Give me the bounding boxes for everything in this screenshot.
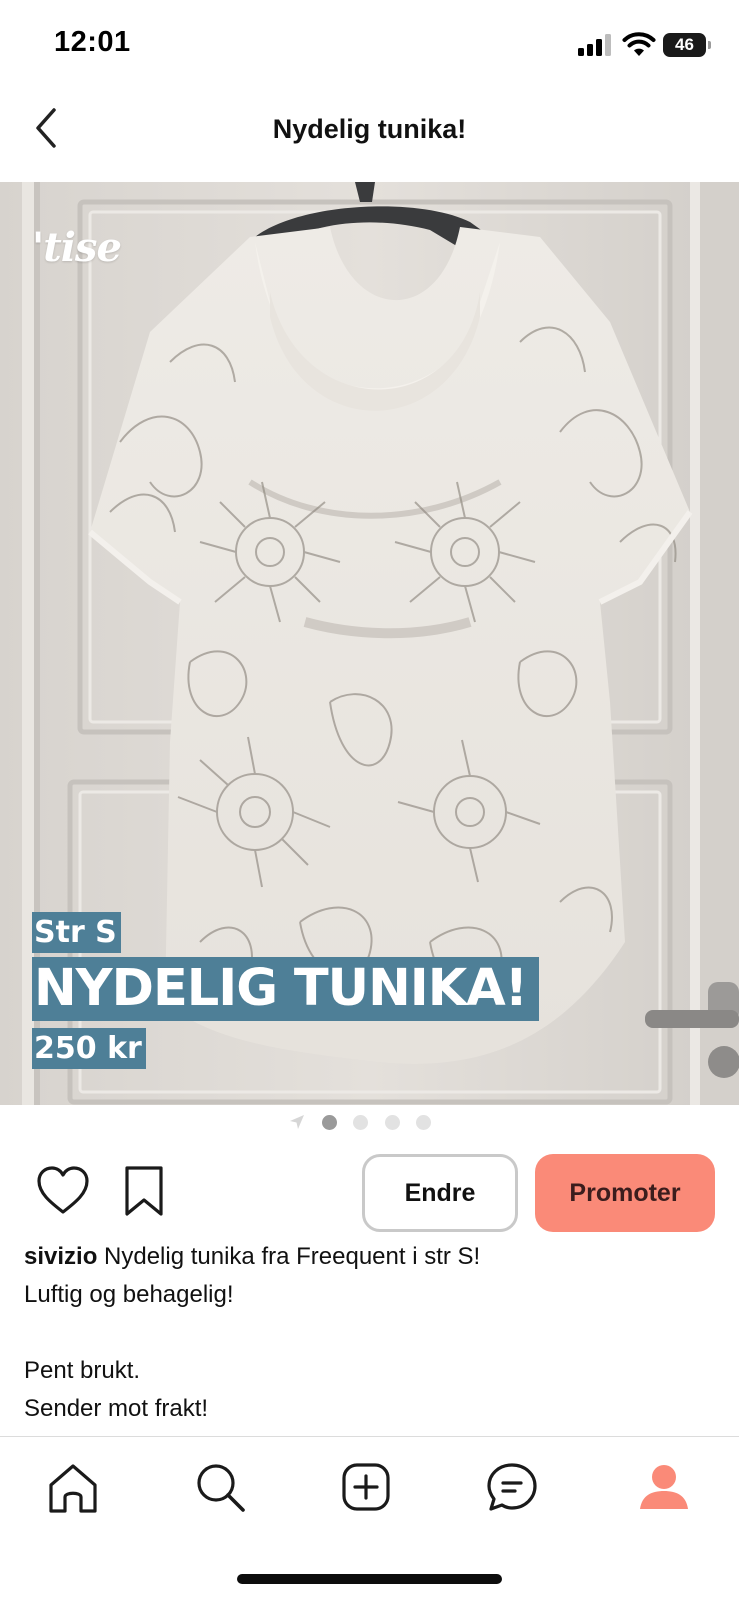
home-icon	[49, 1464, 97, 1513]
tab-profile[interactable]	[634, 1457, 694, 1517]
search-icon	[197, 1464, 245, 1512]
overlay-price: 250 kr	[32, 1028, 146, 1069]
battery-icon: 46	[663, 33, 711, 57]
seller-username[interactable]: sivizio	[24, 1243, 97, 1270]
wifi-icon	[622, 32, 656, 56]
profile-icon	[640, 1465, 688, 1509]
carousel-dot[interactable]	[416, 1115, 431, 1130]
carousel-dot[interactable]	[385, 1115, 400, 1130]
overlay-title: NYDELIG TUNIKA!	[32, 957, 539, 1022]
signal-icon	[578, 34, 611, 56]
tab-messages[interactable]	[482, 1457, 542, 1517]
promote-button[interactable]: Promoter	[535, 1154, 715, 1232]
status-bar: 12:01 46	[0, 0, 739, 90]
tab-add[interactable]	[336, 1457, 396, 1517]
description-line: sivizio Nydelig tunika fra Freequent i s…	[24, 1238, 714, 1276]
carousel-dot[interactable]	[322, 1115, 337, 1130]
product-image[interactable]: 'tise Str S NYDELIG TUNIKA! 250 kr	[0, 182, 739, 1105]
description-line: Pent brukt.	[24, 1357, 141, 1384]
overlay-size: Str S	[32, 912, 121, 953]
tab-home[interactable]	[43, 1457, 103, 1517]
home-indicator	[237, 1574, 502, 1584]
page-title: Nydelig tunika!	[272, 114, 467, 144]
status-time: 12:01	[54, 26, 131, 58]
listing-description: sivizio Nydelig tunika fra Freequent i s…	[24, 1238, 714, 1428]
location-arrow-icon	[290, 1115, 304, 1129]
description-text: Nydelig tunika fra Freequent i str S!	[97, 1243, 481, 1270]
tab-bar	[0, 1437, 739, 1547]
battery-level: 46	[675, 35, 694, 54]
chat-icon	[487, 1463, 537, 1511]
description-line: Sender mot frakt!	[24, 1395, 209, 1422]
heart-icon	[37, 1166, 89, 1214]
tab-search[interactable]	[190, 1457, 250, 1517]
nav-header: Nydelig tunika!	[0, 90, 739, 182]
edit-button[interactable]: Endre	[362, 1154, 518, 1232]
add-icon	[342, 1463, 390, 1511]
description-line: Luftig og behagelig!	[24, 1281, 234, 1308]
bookmark-icon	[125, 1166, 163, 1216]
carousel-indicator	[0, 1112, 739, 1132]
actions-row: Endre Promoter	[0, 1150, 739, 1234]
like-button[interactable]	[36, 1166, 90, 1216]
tise-watermark: 'tise	[32, 224, 122, 271]
carousel-dot[interactable]	[353, 1115, 368, 1130]
save-button[interactable]	[122, 1164, 166, 1218]
